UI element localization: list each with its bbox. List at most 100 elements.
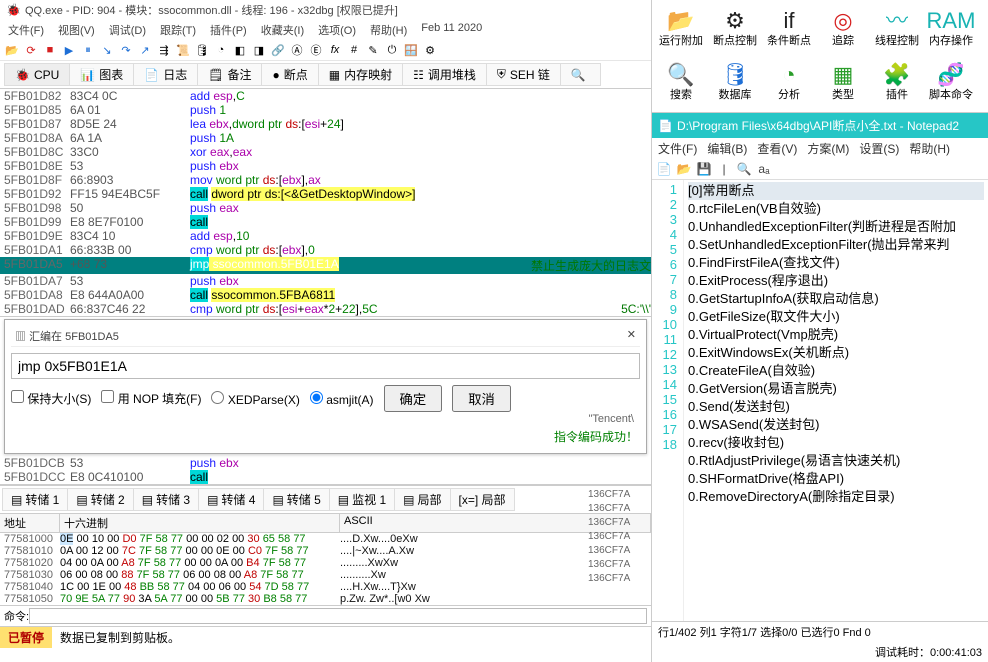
cube2-icon[interactable]: ◨ bbox=[251, 42, 267, 58]
view-tab[interactable]: 🗒备注 bbox=[197, 63, 262, 86]
info-line: "Tencent\ bbox=[11, 412, 640, 426]
script-icon[interactable]: 📜 bbox=[175, 42, 191, 58]
plugin-button[interactable]: ▦类型 bbox=[816, 56, 870, 110]
bug-icon: 🐞 bbox=[6, 3, 21, 17]
view-tab[interactable]: 🐞CPU bbox=[4, 63, 70, 86]
step-out-icon[interactable]: ↗ bbox=[137, 42, 153, 58]
close-icon[interactable]: ✕ bbox=[627, 328, 636, 344]
plugin-button[interactable]: ◔分析 bbox=[762, 56, 816, 110]
trace-icon[interactable]: ⇶ bbox=[156, 42, 172, 58]
asmjit-radio[interactable]: asmjit(A) bbox=[310, 391, 374, 407]
dot-icon[interactable]: ✎ bbox=[365, 42, 381, 58]
menu-item[interactable]: 收藏夹(I) bbox=[261, 22, 304, 38]
x32dbg-title: 🐞 QQ.exe - PID: 904 - 模块：ssocommon.dll -… bbox=[0, 0, 651, 20]
disassembly-view[interactable]: 5FB01D8283C4 0Cadd esp,C5FB01D856A 01pus… bbox=[0, 89, 651, 317]
off-icon[interactable]: ⏻ bbox=[384, 42, 400, 58]
np-abc-icon[interactable]: aₐ bbox=[756, 161, 772, 177]
dump-tabs: ▤转储 1▤转储 2▤转储 3▤转储 4▤转储 5▤监视 1▤局部[x=] 局部 bbox=[0, 485, 651, 514]
menu-item[interactable]: 跟踪(T) bbox=[160, 22, 196, 38]
dump-tab[interactable]: ▤转储 1 bbox=[2, 488, 68, 511]
plugin-button[interactable]: 〰线程控制 bbox=[870, 2, 924, 56]
view-tab[interactable]: 📄日志 bbox=[133, 63, 198, 86]
np-menu-item[interactable]: 查看(V) bbox=[757, 140, 797, 157]
hexdump[interactable]: 775810000E 00 10 00 D0 7F 58 77 00 00 02… bbox=[0, 533, 651, 605]
plugin-button[interactable]: 🔍搜索 bbox=[654, 56, 708, 110]
cube-icon[interactable]: ◧ bbox=[232, 42, 248, 58]
view-tab[interactable]: ▦内存映射 bbox=[318, 63, 403, 86]
menu-item[interactable]: 视图(V) bbox=[58, 22, 95, 38]
menu-bar: 文件(F) 视图(V) 调试(D) 跟踪(T) 插件(P) 收藏夹(I) 选项(O) 帮助(H… bbox=[0, 20, 651, 40]
dump-tab[interactable]: ▤监视 1 bbox=[329, 488, 395, 511]
window-icon[interactable]: 🪟 bbox=[403, 42, 419, 58]
dump-tab[interactable]: ▤转储 5 bbox=[263, 488, 329, 511]
plugin-button[interactable]: 📂运行附加 bbox=[654, 2, 708, 56]
np-menu-item[interactable]: 方案(M) bbox=[807, 140, 849, 157]
dump-tab[interactable]: ▤局部 bbox=[394, 488, 450, 511]
np-new-icon[interactable]: 📄 bbox=[656, 161, 672, 177]
view-tab[interactable]: 🔍 bbox=[560, 63, 601, 86]
analysis-icon[interactable]: ◔ bbox=[213, 42, 229, 58]
e-icon[interactable]: Ⓔ bbox=[308, 42, 324, 58]
asm-input[interactable] bbox=[11, 353, 640, 379]
db-icon[interactable]: 🛢 bbox=[194, 42, 210, 58]
keep-size-checkbox[interactable]: 保持大小(S) bbox=[11, 390, 91, 407]
pause-icon[interactable]: ⏸ bbox=[80, 42, 96, 58]
view-tab[interactable]: ⛨SEH 链 bbox=[486, 63, 561, 86]
dump-more[interactable]: [x=] 局部 bbox=[450, 488, 515, 511]
view-tab[interactable]: 📊图表 bbox=[69, 63, 134, 86]
np-open-icon[interactable]: 📂 bbox=[676, 161, 692, 177]
dump-tab[interactable]: ▤转储 3 bbox=[133, 488, 199, 511]
view-tabs: 🐞CPU📊图表📄日志🗒备注●断点▦内存映射☷调用堆栈⛨SEH 链🔍 bbox=[0, 61, 651, 89]
menu-item[interactable]: 帮助(H) bbox=[370, 22, 407, 38]
plugin-button[interactable]: 🛢数据库 bbox=[708, 56, 762, 110]
cmd-input[interactable] bbox=[29, 608, 647, 624]
plugin-button[interactable]: ⚙断点控制 bbox=[708, 2, 762, 56]
plugin-button[interactable]: 🧩插件 bbox=[870, 56, 924, 110]
gear-icon[interactable]: ⚙ bbox=[422, 42, 438, 58]
np-menu-item[interactable]: 帮助(H) bbox=[909, 140, 950, 157]
link-icon[interactable]: 🔗 bbox=[270, 42, 286, 58]
ok-button[interactable]: 确定 bbox=[384, 385, 443, 412]
menu-item[interactable]: 调试(D) bbox=[109, 22, 146, 38]
step-into-icon[interactable]: ↘ bbox=[99, 42, 115, 58]
plugin-button[interactable]: if条件断点 bbox=[762, 2, 816, 56]
menu-item[interactable]: Feb 11 2020 bbox=[421, 22, 482, 38]
open-icon[interactable]: 📂 bbox=[4, 42, 20, 58]
menu-item[interactable]: 插件(P) bbox=[210, 22, 247, 38]
fx-icon[interactable]: fx bbox=[327, 42, 343, 58]
hash-icon[interactable]: # bbox=[346, 42, 362, 58]
disassembly-extra[interactable]: 5FB01DCB53push ebx5FB01DCCE8 0C410100cal… bbox=[0, 456, 651, 485]
step-over-icon[interactable]: ↷ bbox=[118, 42, 134, 58]
np-status-right: 调试耗时：0:00:41:03 bbox=[875, 644, 982, 660]
plugin-button[interactable]: ◎追踪 bbox=[816, 2, 870, 56]
notepad2-editor[interactable]: [0]常用断点0.rtcFileLen(VB自效验)0.UnhandledExc… bbox=[684, 180, 988, 621]
menu-item[interactable]: 选项(O) bbox=[318, 22, 356, 38]
plugin-button[interactable]: RAM内存操作 bbox=[924, 2, 978, 56]
dump-tab[interactable]: ▤转储 4 bbox=[198, 488, 264, 511]
status-paused: 已暂停 bbox=[0, 627, 52, 648]
cancel-button[interactable]: 取消 bbox=[452, 385, 511, 412]
np-menu-item[interactable]: 设置(S) bbox=[859, 140, 899, 157]
notepad2-title: 📄 D:\Program Files\x64dbg\API断点小全.txt - … bbox=[652, 113, 988, 138]
notepad2-toolbar: 📄 📂 💾 | 🔍 aₐ bbox=[652, 159, 988, 180]
plugin-buttons: 📂运行附加⚙断点控制if条件断点◎追踪〰线程控制RAM内存操作 🔍搜索🛢数据库◔分… bbox=[652, 0, 988, 113]
np-zoom-icon[interactable]: 🔍 bbox=[736, 161, 752, 177]
assembler-dialog: ▥ 汇编在 5FB01DA5 ✕ 保持大小(S) 用 NOP 填充(F) XED… bbox=[4, 319, 647, 454]
run-icon[interactable]: ▶ bbox=[61, 42, 77, 58]
dump-tab[interactable]: ▤转储 2 bbox=[67, 488, 133, 511]
xedparse-radio[interactable]: XEDParse(X) bbox=[211, 391, 299, 407]
toolbar: 📂 ⟳ ■ ▶ ⏸ ↘ ↷ ↗ ⇶ 📜 🛢 ◔ ◧ ◨ 🔗 Ⓐ Ⓔ fx # ✎… bbox=[0, 40, 651, 61]
notepad2-menu: 文件(F) 编辑(B) 查看(V) 方案(M) 设置(S) 帮助(H) bbox=[652, 138, 988, 159]
a-icon[interactable]: Ⓐ bbox=[289, 42, 305, 58]
np-save-icon[interactable]: 💾 bbox=[696, 161, 712, 177]
view-tab[interactable]: ☷调用堆栈 bbox=[402, 63, 487, 86]
hex-header: 地址 十六进制 ASCII bbox=[0, 514, 651, 533]
np-menu-item[interactable]: 编辑(B) bbox=[707, 140, 747, 157]
nop-fill-checkbox[interactable]: 用 NOP 填充(F) bbox=[101, 390, 201, 407]
view-tab[interactable]: ●断点 bbox=[261, 63, 318, 86]
restart-icon[interactable]: ⟳ bbox=[23, 42, 39, 58]
stop-icon[interactable]: ■ bbox=[42, 42, 58, 58]
plugin-button[interactable]: 🧬脚本命令 bbox=[924, 56, 978, 110]
np-menu-item[interactable]: 文件(F) bbox=[658, 140, 697, 157]
menu-item[interactable]: 文件(F) bbox=[8, 22, 44, 38]
